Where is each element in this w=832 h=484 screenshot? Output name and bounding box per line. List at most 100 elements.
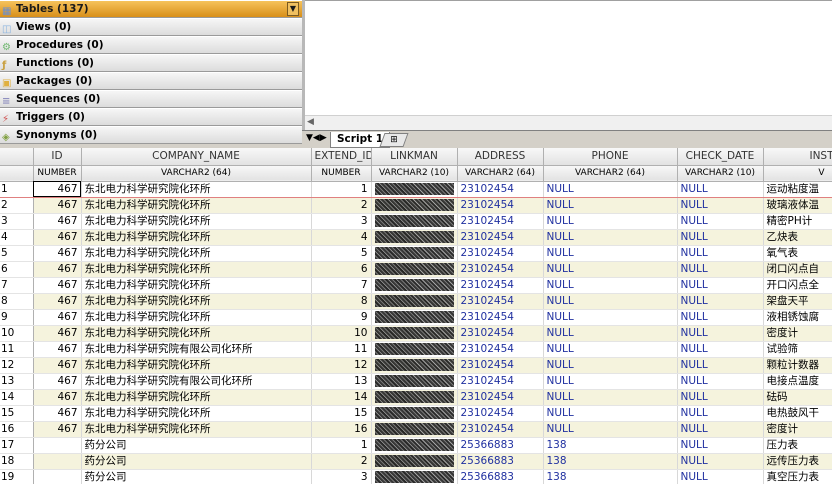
cell-phone[interactable]: NULL: [543, 245, 678, 262]
table-row[interactable]: 18 药分公司 2 25366883 138 NULL 远传压力表: [0, 453, 832, 470]
cell-inst[interactable]: 颗粒计数器: [763, 357, 832, 374]
cell-address[interactable]: 23102454: [457, 245, 544, 262]
cell-check[interactable]: NULL: [677, 373, 764, 390]
cell-id[interactable]: [33, 453, 82, 470]
cell-phone[interactable]: NULL: [543, 373, 678, 390]
column-header-phone[interactable]: PHONE: [543, 148, 678, 166]
row-number[interactable]: 11: [0, 341, 34, 358]
cell-address[interactable]: 23102454: [457, 277, 544, 294]
cell-company[interactable]: 东北电力科学研究院化环所: [81, 245, 312, 262]
navigator-item-triggers[interactable]: ⚡ Triggers (0): [0, 108, 302, 126]
navigator-item-tables[interactable]: ▦ Tables (137) ▼: [0, 0, 302, 18]
cell-phone[interactable]: 138: [543, 469, 678, 484]
cell-company[interactable]: 东北电力科学研究院化环所: [81, 277, 312, 294]
cell-address[interactable]: 23102454: [457, 293, 544, 310]
sql-editor[interactable]: [305, 0, 832, 130]
table-row[interactable]: 3 467 东北电力科学研究院化环所 3 23102454 NULL NULL 精密PH计: [0, 213, 832, 230]
cell-phone[interactable]: NULL: [543, 309, 678, 326]
column-header-check-date[interactable]: CHECK_DATE: [677, 148, 764, 166]
row-number[interactable]: 15: [0, 405, 34, 422]
cell-id[interactable]: 467: [33, 181, 82, 198]
cell-phone[interactable]: NULL: [543, 229, 678, 246]
table-row[interactable]: 13 467 东北电力科学研究院有限公司化环所 13 23102454 NULL NULL 电…: [0, 373, 832, 390]
row-number[interactable]: 14: [0, 389, 34, 406]
column-header-inst[interactable]: INST: [763, 148, 832, 166]
cell-address[interactable]: 23102454: [457, 309, 544, 326]
cell-ext[interactable]: 3: [311, 213, 372, 230]
cell-check[interactable]: NULL: [677, 309, 764, 326]
cell-ext[interactable]: 11: [311, 341, 372, 358]
cell-company[interactable]: 东北电力科学研究院化环所: [81, 213, 312, 230]
cell-phone[interactable]: NULL: [543, 421, 678, 438]
cell-inst[interactable]: 运动粘度温: [763, 181, 832, 198]
cell-ext[interactable]: 12: [311, 357, 372, 374]
cell-company[interactable]: 东北电力科学研究院化环所: [81, 309, 312, 326]
cell-id[interactable]: 467: [33, 357, 82, 374]
cell-check[interactable]: NULL: [677, 341, 764, 358]
cell-phone[interactable]: NULL: [543, 181, 678, 198]
cell-linkman[interactable]: [371, 293, 458, 310]
cell-inst[interactable]: 试验筛: [763, 341, 832, 358]
cell-ext[interactable]: 1: [311, 437, 372, 454]
row-number[interactable]: 6: [0, 261, 34, 278]
cell-linkman[interactable]: [371, 197, 458, 214]
cell-linkman[interactable]: [371, 357, 458, 374]
cell-company[interactable]: 东北电力科学研究院有限公司化环所: [81, 341, 312, 358]
navigator-item-sequences[interactable]: ≡ Sequences (0): [0, 90, 302, 108]
cell-ext[interactable]: 5: [311, 245, 372, 262]
cell-company[interactable]: 药分公司: [81, 453, 312, 470]
column-header-linkman[interactable]: LINKMAN: [371, 148, 458, 166]
table-row[interactable]: 8 467 东北电力科学研究院化环所 8 23102454 NULL NULL 架盘天平: [0, 293, 832, 310]
cell-address[interactable]: 23102454: [457, 405, 544, 422]
cell-company[interactable]: 东北电力科学研究院化环所: [81, 325, 312, 342]
cell-company[interactable]: 东北电力科学研究院有限公司化环所: [81, 373, 312, 390]
cell-phone[interactable]: NULL: [543, 389, 678, 406]
cell-inst[interactable]: 压力表: [763, 437, 832, 454]
cell-company[interactable]: 东北电力科学研究院化环所: [81, 261, 312, 278]
cell-check[interactable]: NULL: [677, 389, 764, 406]
cell-phone[interactable]: NULL: [543, 341, 678, 358]
navigator-item-views[interactable]: ◫ Views (0): [0, 18, 302, 36]
cell-id[interactable]: 467: [33, 229, 82, 246]
cell-inst[interactable]: 电接点温度: [763, 373, 832, 390]
table-row[interactable]: 2 467 东北电力科学研究院化环所 2 23102454 NULL NULL 玻璃液体温: [0, 197, 832, 214]
cell-check[interactable]: NULL: [677, 469, 764, 484]
cell-linkman[interactable]: [371, 229, 458, 246]
cell-phone[interactable]: NULL: [543, 277, 678, 294]
cell-id[interactable]: 467: [33, 277, 82, 294]
grid-corner[interactable]: [0, 148, 34, 166]
navigator-item-synonyms[interactable]: ◈ Synonyms (0): [0, 126, 302, 144]
cell-company[interactable]: 东北电力科学研究院化环所: [81, 405, 312, 422]
table-row[interactable]: 5 467 东北电力科学研究院化环所 5 23102454 NULL NULL 氧气表: [0, 245, 832, 262]
row-number[interactable]: 3: [0, 213, 34, 230]
editor-horizontal-scrollbar[interactable]: ◀: [305, 115, 832, 130]
cell-company[interactable]: 药分公司: [81, 437, 312, 454]
cell-check[interactable]: NULL: [677, 229, 764, 246]
cell-phone[interactable]: NULL: [543, 405, 678, 422]
row-number[interactable]: 10: [0, 325, 34, 342]
cell-check[interactable]: NULL: [677, 453, 764, 470]
tab-scroll-arrows-icon[interactable]: ▼◀▶: [306, 133, 327, 143]
column-header-extend-id[interactable]: EXTEND_ID: [311, 148, 372, 166]
cell-ext[interactable]: 7: [311, 277, 372, 294]
row-number[interactable]: 4: [0, 229, 34, 246]
table-row[interactable]: 12 467 东北电力科学研究院化环所 12 23102454 NULL NULL 颗粒计数器: [0, 357, 832, 374]
cell-linkman[interactable]: [371, 469, 458, 484]
cell-id[interactable]: 467: [33, 245, 82, 262]
row-number[interactable]: 9: [0, 309, 34, 326]
row-number[interactable]: 19: [0, 469, 34, 484]
cell-address[interactable]: 23102454: [457, 213, 544, 230]
cell-inst[interactable]: 玻璃液体温: [763, 197, 832, 214]
navigator-item-packages[interactable]: ▣ Packages (0): [0, 72, 302, 90]
cell-company[interactable]: 东北电力科学研究院化环所: [81, 421, 312, 438]
cell-check[interactable]: NULL: [677, 261, 764, 278]
cell-check[interactable]: NULL: [677, 181, 764, 198]
new-tab-button[interactable]: ⊞: [379, 133, 409, 147]
cell-linkman[interactable]: [371, 325, 458, 342]
cell-check[interactable]: NULL: [677, 357, 764, 374]
table-row[interactable]: 11 467 东北电力科学研究院有限公司化环所 11 23102454 NULL NULL 试…: [0, 341, 832, 358]
cell-ext[interactable]: 10: [311, 325, 372, 342]
collapse-chevron-icon[interactable]: ▼: [287, 2, 299, 16]
cell-address[interactable]: 23102454: [457, 197, 544, 214]
column-header-id[interactable]: ID: [33, 148, 82, 166]
